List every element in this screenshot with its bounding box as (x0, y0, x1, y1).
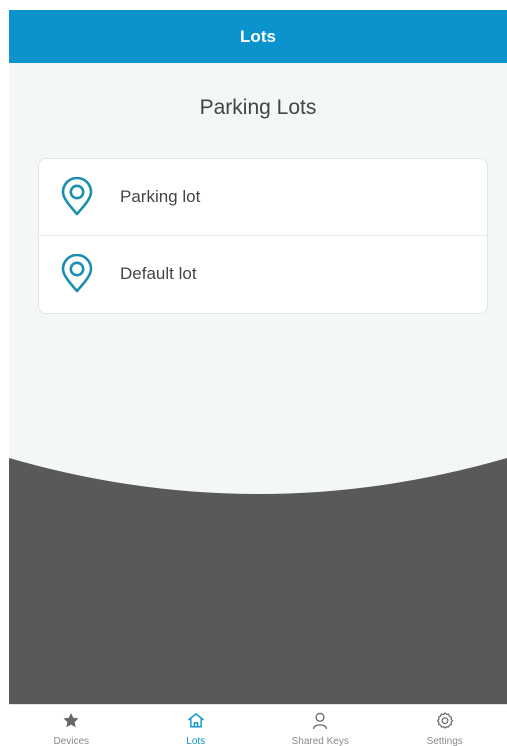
tab-label: Settings (426, 736, 463, 746)
dark-curved-background (9, 440, 507, 704)
bottom-tab-bar: Devices Lots Shared Keys Settings (9, 704, 507, 746)
user-icon (313, 712, 328, 730)
tab-lots[interactable]: Lots (134, 705, 259, 746)
lot-item-parking-lot[interactable]: Parking lot (39, 159, 487, 236)
header-title: Lots (240, 26, 276, 46)
location-pin-icon (60, 254, 94, 294)
location-pin-icon (60, 177, 94, 217)
tab-shared-keys[interactable]: Shared Keys (258, 705, 383, 746)
app-header: Lots (9, 10, 507, 63)
lot-item-label: Default lot (120, 264, 197, 283)
lot-item-default-lot[interactable]: Default lot (39, 236, 487, 312)
tab-label: Lots (186, 736, 206, 746)
star-icon (63, 712, 79, 728)
page-title: Parking Lots (199, 96, 317, 119)
tab-label: Devices (53, 736, 90, 746)
tab-settings[interactable]: Settings (383, 705, 507, 746)
lots-list: Parking lot Default lot (38, 158, 488, 314)
tab-label: Shared Keys (291, 736, 349, 746)
home-icon (187, 713, 204, 728)
lot-item-label: Parking lot (120, 187, 201, 206)
gear-icon (436, 712, 453, 729)
app-screen: Lots Parking Lots Parking lot Default lo… (9, 10, 507, 746)
tab-devices[interactable]: Devices (9, 705, 134, 746)
